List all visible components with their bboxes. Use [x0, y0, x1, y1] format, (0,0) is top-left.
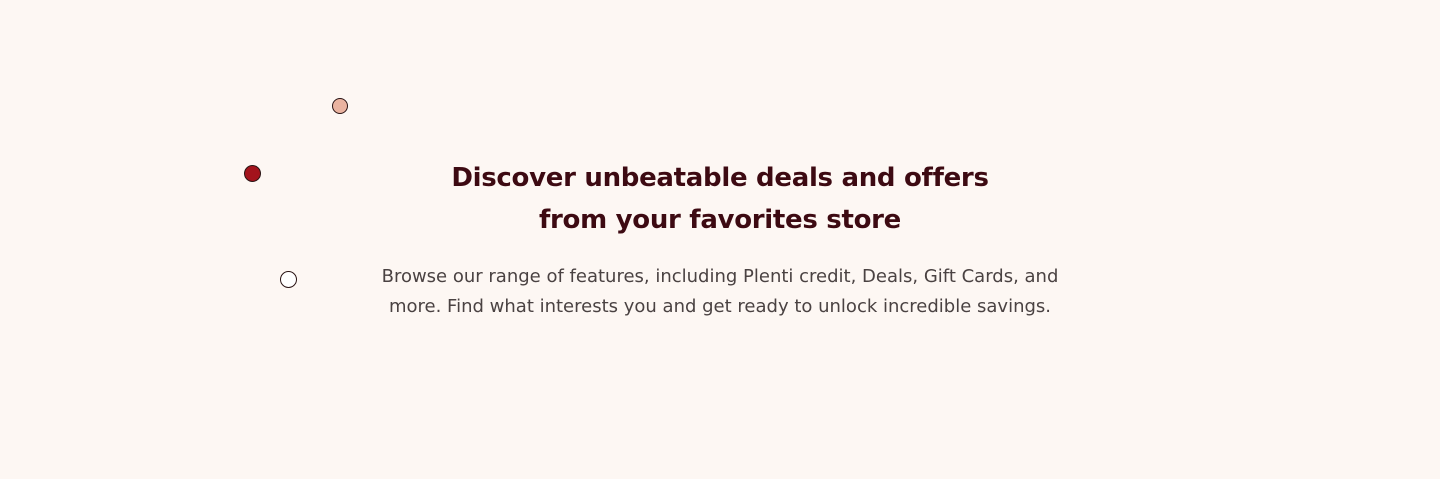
section-description: Browse our range of features, including … [320, 262, 1120, 322]
discover-section: Discover unbeatable deals and offers fro… [0, 0, 1440, 479]
decorative-red-dot [244, 165, 261, 182]
decorative-peach-dot [332, 98, 348, 114]
section-heading-line-2: from your favorites store [538, 205, 902, 235]
decorative-outline-dot [280, 271, 297, 288]
section-heading-line-1: Discover unbeatable deals and offers [451, 163, 989, 193]
section-description-line-1: Browse our range of features, including … [381, 266, 1059, 287]
section-heading: Discover unbeatable deals and offers fro… [320, 157, 1120, 241]
section-description-line-2: more. Find what interests you and get re… [388, 296, 1052, 317]
